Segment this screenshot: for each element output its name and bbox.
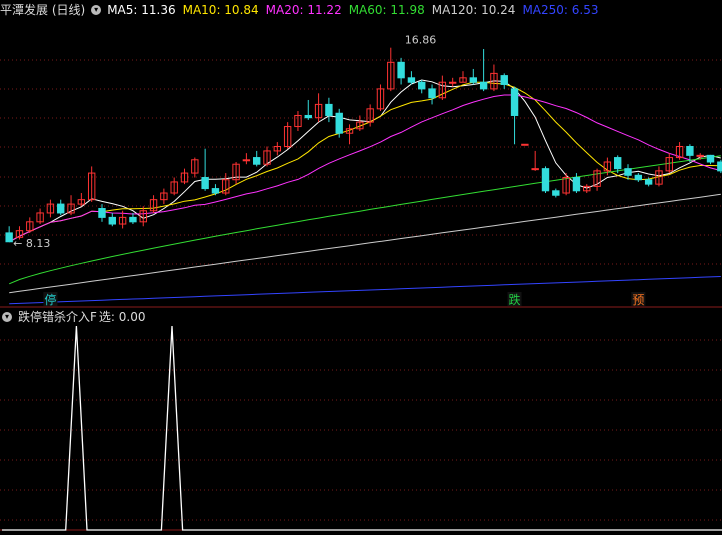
candle-body — [644, 179, 653, 185]
candle-body — [624, 168, 632, 176]
main-header: 平潭发展 (日线) ▾ MA5: 11.36 MA10: 10.84 MA20: 1… — [0, 1, 605, 19]
candle-body — [521, 143, 529, 146]
ma-legend-item: MA60: 11.98 — [348, 3, 425, 17]
indicator-title: 跌停错杀介入F — [18, 310, 97, 324]
candle-body — [253, 157, 261, 165]
candle-body — [304, 114, 312, 119]
candle-body — [717, 161, 722, 172]
candle-body — [129, 216, 137, 223]
ma-legend: MA5: 11.36 MA10: 10.84 MA20: 11.22 MA60: 11… — [107, 1, 605, 19]
stock-title: 平潭发展 (日线) — [0, 3, 86, 17]
ma-legend-item: MA20: 11.22 — [265, 3, 342, 17]
candle-body — [634, 174, 643, 181]
candle-body — [108, 216, 116, 225]
candle-body — [201, 177, 209, 190]
candle-body — [541, 168, 550, 192]
candle-body — [686, 145, 694, 156]
indicator-line — [2, 325, 722, 531]
candle-body — [407, 77, 416, 83]
sub-header: ▾ 跌停错杀介入F 选: 0.00 — [0, 308, 151, 326]
chevron-down-icon[interactable]: ▾ — [91, 5, 102, 15]
candle-body — [500, 75, 508, 85]
candle-body — [696, 154, 704, 157]
candle-body — [5, 232, 13, 243]
candle-body — [479, 81, 488, 90]
ma-legend-item: MA5: 11.36 — [107, 3, 176, 17]
candle-body — [614, 157, 622, 170]
candle-body — [448, 81, 457, 84]
candle-body — [242, 159, 251, 162]
candle-body — [418, 81, 426, 90]
stock-chart: 16.86 ← 8.13 停 跌 预 — [0, 34, 722, 531]
candle-body — [469, 77, 477, 83]
signal-label: 跌 — [509, 292, 521, 307]
ma120-line — [9, 193, 721, 294]
candle-body — [531, 168, 539, 171]
candle-body — [325, 103, 333, 116]
candle-body — [335, 112, 343, 134]
ma-legend-item: MA120: 10.24 — [431, 3, 516, 17]
chevron-down-icon[interactable]: ▾ — [2, 312, 12, 322]
candle-body — [706, 154, 715, 163]
price-annotation: 16.86 — [405, 34, 437, 47]
candle-body — [428, 88, 436, 99]
ma-legend-item: MA250: 6.53 — [522, 3, 599, 17]
signal-label: 停 — [44, 292, 56, 307]
candle-body — [510, 88, 519, 116]
indicator-value: 选: 0.00 — [98, 310, 146, 324]
price-annotation: ← 8.13 — [13, 237, 50, 250]
candle-body — [572, 177, 581, 192]
candle-body — [397, 61, 405, 79]
candle-body — [552, 190, 560, 196]
ma-legend-item: MA10: 10.84 — [182, 3, 259, 17]
candle-body — [211, 188, 220, 194]
candle-body — [98, 208, 106, 218]
signal-label: 预 — [632, 293, 644, 307]
candle-body — [57, 203, 65, 214]
ma250-line — [9, 276, 721, 305]
